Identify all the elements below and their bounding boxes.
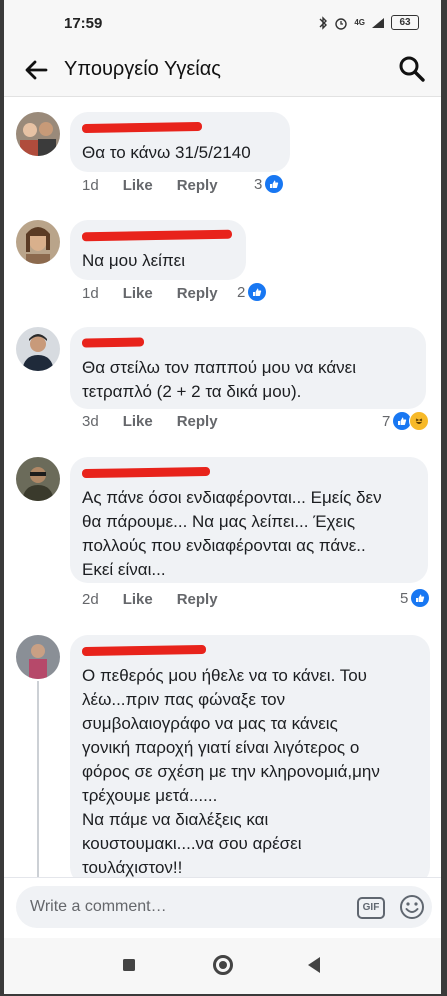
reaction-summary[interactable]: 7 [382,411,430,431]
avatar[interactable] [16,112,60,156]
comment-bubble: Θα στείλω τον παππού μου να κάνει τετραπ… [70,327,426,409]
page-title: Υπουργείο Υγείας [64,58,221,80]
avatar[interactable] [16,327,60,371]
comment-bubble: Να μου λείπει [70,220,246,280]
comments-list: Θα το κάνω 31/5/2140 1d Like Reply 3 Να … [4,97,441,877]
recents-square-icon[interactable] [122,958,136,972]
comment-actions: 1d Like Reply [82,285,218,302]
reaction-summary[interactable]: 5 [400,589,430,607]
like-button[interactable]: Like [123,591,153,608]
avatar[interactable] [16,635,60,679]
status-icons: 4G 63 [318,15,419,30]
reaction-summary[interactable]: 2 [237,283,267,301]
system-nav-bar [4,938,441,994]
reaction-count: 3 [254,175,263,193]
avatar[interactable] [16,220,60,264]
author-name-redacted [81,644,416,660]
reaction-summary[interactable]: 3 [254,175,284,193]
network-label: 4G [354,18,365,27]
gif-button[interactable]: GIF [357,897,385,919]
reaction-count: 2 [237,283,246,301]
comment-text: Ας πάνε όσοι ενδιαφέρονται... Εμείς δεν … [82,488,382,579]
comment-composer: GIF [4,877,441,938]
back-triangle-icon[interactable] [306,956,322,974]
redaction-mark [81,121,203,134]
redaction-mark [81,644,207,657]
comment-time: 1d [82,285,99,302]
comment-bubble: Ας πάνε όσοι ενδιαφέρονται... Εμείς δεν … [70,457,428,583]
author-name-redacted [81,229,233,245]
reply-button[interactable]: Reply [177,177,218,194]
bluetooth-icon [319,15,328,30]
like-reaction-icon [411,589,430,607]
thread-line [37,681,39,877]
comment-text: Ο πεθερός μου ήθελε να το κάνει. Του λέω… [82,666,380,877]
author-name-redacted [81,121,276,137]
comment-bubble: Ο πεθερός μου ήθελε να το κάνει. Του λέω… [70,635,430,877]
comment-text: Να μου λείπει [82,251,186,270]
reaction-count: 7 [382,412,391,430]
reply-button[interactable]: Reply [177,413,218,430]
reaction-count: 5 [400,589,409,607]
comment-bubble: Θα το κάνω 31/5/2140 [70,112,290,172]
status-time: 17:59 [64,15,103,32]
redaction-mark [81,229,233,242]
avatar[interactable] [16,457,60,501]
like-reaction-icon [265,175,284,193]
app-header: Υπουργείο Υγείας [4,44,441,97]
phone-screen: 17:59 4G 63 Υπουργείο Υγείας Θα το κάνω [4,0,441,994]
signal-icon [372,17,384,28]
reply-button[interactable]: Reply [177,591,218,608]
like-reaction-icon [248,283,267,301]
haha-reaction-icon [409,411,430,431]
redaction-mark [81,337,145,348]
home-circle-icon[interactable] [212,954,234,976]
comment-text: Θα το κάνω 31/5/2140 [82,143,251,162]
status-bar: 17:59 4G 63 [4,0,441,44]
comment-time: 1d [82,177,99,194]
search-icon[interactable] [397,54,427,84]
battery-indicator: 63 [391,15,419,30]
comment-time: 3d [82,413,99,430]
redaction-mark [81,466,211,479]
like-button[interactable]: Like [123,413,153,430]
comment-actions: 3d Like Reply [82,413,218,430]
author-name-redacted [81,466,414,482]
comment-actions: 1d Like Reply [82,177,218,194]
comment-actions: 2d Like Reply [82,591,218,608]
emoji-icon[interactable] [399,894,425,920]
alarm-icon [335,17,348,30]
like-button[interactable]: Like [123,285,153,302]
comment-time: 2d [82,591,99,608]
author-name-redacted [81,336,412,352]
comment-text: Θα στείλω τον παππού μου να κάνει τετραπ… [82,358,357,401]
back-arrow-icon[interactable] [22,56,50,84]
like-button[interactable]: Like [123,177,153,194]
reply-button[interactable]: Reply [177,285,218,302]
